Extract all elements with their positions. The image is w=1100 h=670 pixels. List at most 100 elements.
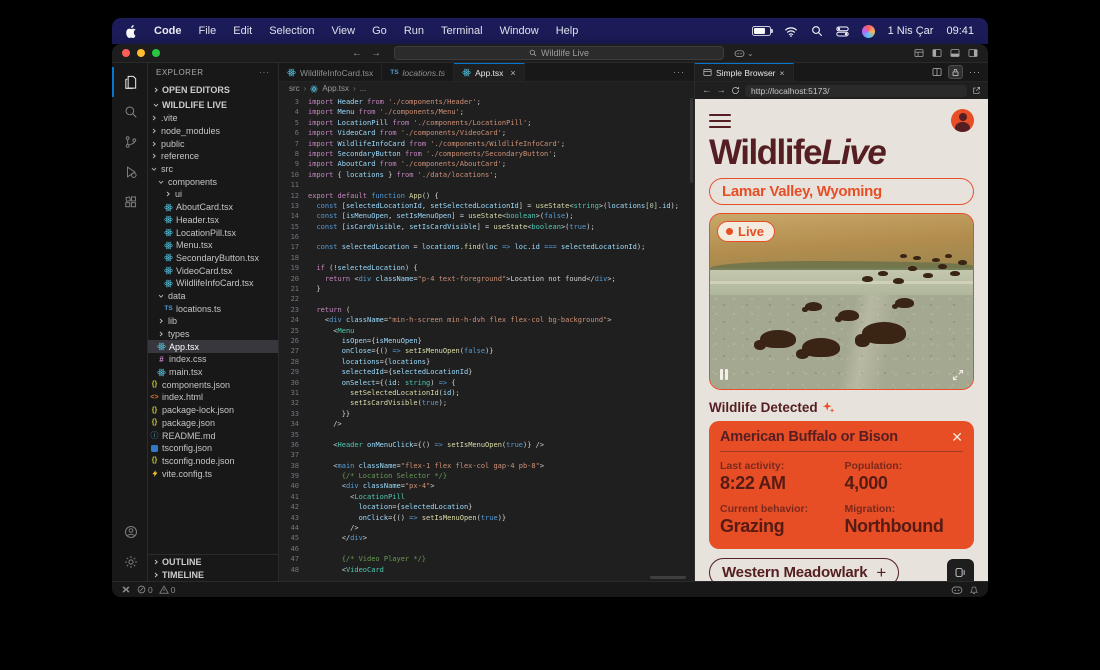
zoom-window-button[interactable]	[152, 49, 160, 57]
tab-WildlifeInfoCard.tsx[interactable]: WildlifeInfoCard.tsx	[279, 63, 382, 81]
breadcrumb[interactable]: src› App.tsx› ...	[279, 82, 694, 95]
menu-help[interactable]: Help	[556, 25, 579, 37]
command-center-search[interactable]: Wildlife Live	[394, 46, 724, 60]
open-editors-section[interactable]: OPEN EDITORS	[148, 82, 278, 97]
search-view-icon[interactable]	[112, 97, 147, 127]
browser-reload-icon[interactable]	[731, 86, 740, 95]
tree-item-WildlifeInfoCard.tsx[interactable]: WildlifeInfoCard.tsx	[148, 277, 278, 290]
menu-file[interactable]: File	[199, 25, 217, 37]
history-forward-button[interactable]: →	[371, 48, 381, 59]
tree-item-tsconfig.json[interactable]: tsconfig.json	[148, 442, 278, 455]
floating-widget-button[interactable]	[947, 559, 974, 581]
tree-item-Menu.tsx[interactable]: Menu.tsx	[148, 239, 278, 252]
extensions-icon[interactable]	[112, 187, 147, 217]
tree-item-ui[interactable]: ui	[148, 188, 278, 201]
tree-item-index.css[interactable]: #index.css	[148, 353, 278, 366]
copilot-status-icon[interactable]	[951, 585, 963, 595]
notifications-bell-icon[interactable]	[969, 585, 979, 595]
menu-app-name[interactable]: Code	[154, 25, 182, 37]
menu-edit[interactable]: Edit	[233, 25, 252, 37]
toggle-panel-icon[interactable]	[950, 48, 960, 58]
tab-App.tsx[interactable]: App.tsx×	[454, 63, 525, 81]
battery-icon[interactable]	[752, 26, 771, 36]
tree-item-src[interactable]: src	[148, 163, 278, 176]
menubar-clock[interactable]: 09:41	[946, 25, 974, 37]
tree-item-vite.config.ts[interactable]: vite.config.ts	[148, 467, 278, 480]
tree-item-VideoCard.tsx[interactable]: VideoCard.tsx	[148, 264, 278, 277]
workspace-root[interactable]: WILDLIFE LIVE	[148, 97, 278, 112]
copilot-menu-button[interactable]: ⌄	[734, 49, 754, 58]
split-editor-icon[interactable]	[932, 67, 942, 77]
tree-item-locations.ts[interactable]: TSlocations.ts	[148, 302, 278, 315]
close-tab-icon[interactable]: ×	[780, 68, 785, 78]
pause-button[interactable]	[720, 369, 728, 380]
hamburger-menu-icon[interactable]	[709, 112, 731, 128]
errors-indicator[interactable]: 0	[137, 585, 153, 595]
close-icon[interactable]: ✕	[951, 430, 963, 444]
tree-item-SecondaryButton.tsx[interactable]: SecondaryButton.tsx	[148, 252, 278, 265]
outline-section[interactable]: OUTLINE	[148, 555, 278, 568]
history-back-button[interactable]: ←	[352, 48, 362, 59]
tree-item-components[interactable]: components	[148, 175, 278, 188]
explorer-more-icon[interactable]: ···	[259, 68, 270, 77]
tree-item-types[interactable]: types	[148, 328, 278, 341]
wifi-icon[interactable]	[784, 26, 798, 37]
tree-item-Header.tsx[interactable]: Header.tsx	[148, 214, 278, 227]
close-window-button[interactable]	[122, 49, 130, 57]
browser-forward-icon[interactable]: →	[717, 85, 727, 96]
toggle-secondary-sidebar-icon[interactable]	[968, 48, 978, 58]
tree-item-package-lock.json[interactable]: {}package-lock.json	[148, 404, 278, 417]
close-tab-icon[interactable]: ×	[510, 68, 515, 78]
menu-selection[interactable]: Selection	[269, 25, 314, 37]
url-bar[interactable]: http://localhost:5173/	[745, 85, 967, 97]
location-pill-button[interactable]: Lamar Valley, Wyoming	[709, 178, 974, 205]
panel-more-actions-icon[interactable]: ···	[969, 67, 981, 77]
preview-lock-toggle[interactable]	[948, 65, 963, 79]
editor-vertical-scrollbar[interactable]	[690, 98, 693, 183]
tree-item-data[interactable]: data	[148, 290, 278, 303]
menu-view[interactable]: View	[331, 25, 355, 37]
spotlight-search-icon[interactable]	[811, 25, 823, 37]
tree-item-lib[interactable]: lib	[148, 315, 278, 328]
tab-locations.ts[interactable]: TSlocations.ts	[382, 63, 454, 81]
menu-go[interactable]: Go	[372, 25, 387, 37]
browser-back-icon[interactable]: ←	[702, 85, 712, 96]
customize-layout-icon[interactable]	[914, 48, 924, 58]
tree-item-tsconfig.node.json[interactable]: {}tsconfig.node.json	[148, 455, 278, 468]
avatar[interactable]	[951, 109, 974, 132]
remote-window-icon[interactable]	[121, 585, 131, 594]
run-debug-icon[interactable]	[112, 157, 147, 187]
tree-item-.vite[interactable]: .vite	[148, 112, 278, 125]
accounts-icon[interactable]	[112, 517, 147, 547]
tree-item-node_modules[interactable]: node_modules	[148, 125, 278, 138]
tree-item-main.tsx[interactable]: main.tsx	[148, 366, 278, 379]
code-editor[interactable]: 3import Header from './components/Header…	[279, 95, 694, 581]
editor-horizontal-scrollbar[interactable]	[650, 576, 686, 579]
warnings-indicator[interactable]: 0	[159, 585, 176, 595]
timeline-section[interactable]: TIMELINE	[148, 568, 278, 581]
explorer-icon[interactable]	[112, 67, 147, 97]
fullscreen-expand-icon[interactable]	[952, 369, 964, 381]
settings-gear-icon[interactable]	[112, 547, 147, 577]
menu-terminal[interactable]: Terminal	[441, 25, 483, 37]
tree-item-AboutCard.tsx[interactable]: AboutCard.tsx	[148, 201, 278, 214]
menu-window[interactable]: Window	[500, 25, 539, 37]
apple-menu-icon[interactable]	[126, 25, 137, 38]
open-external-icon[interactable]	[972, 86, 981, 95]
tab-simple-browser[interactable]: Simple Browser ×	[695, 63, 794, 81]
toggle-primary-sidebar-icon[interactable]	[932, 48, 942, 58]
live-video-card[interactable]: Live	[709, 213, 974, 390]
menubar-date[interactable]: 1 Nis Çar	[888, 25, 934, 37]
editor-more-actions-icon[interactable]: ···	[673, 67, 694, 77]
control-center-icon[interactable]	[836, 26, 849, 37]
tree-item-index.html[interactable]: <>index.html	[148, 391, 278, 404]
tree-item-README.md[interactable]: ⓘREADME.md	[148, 429, 278, 442]
source-control-icon[interactable]	[112, 127, 147, 157]
tree-item-reference[interactable]: reference	[148, 150, 278, 163]
minimize-window-button[interactable]	[137, 49, 145, 57]
tree-item-public[interactable]: public	[148, 137, 278, 150]
tree-item-components.json[interactable]: {}components.json	[148, 378, 278, 391]
menu-run[interactable]: Run	[404, 25, 424, 37]
siri-icon[interactable]	[862, 25, 875, 38]
tree-item-package.json[interactable]: {}package.json	[148, 417, 278, 430]
